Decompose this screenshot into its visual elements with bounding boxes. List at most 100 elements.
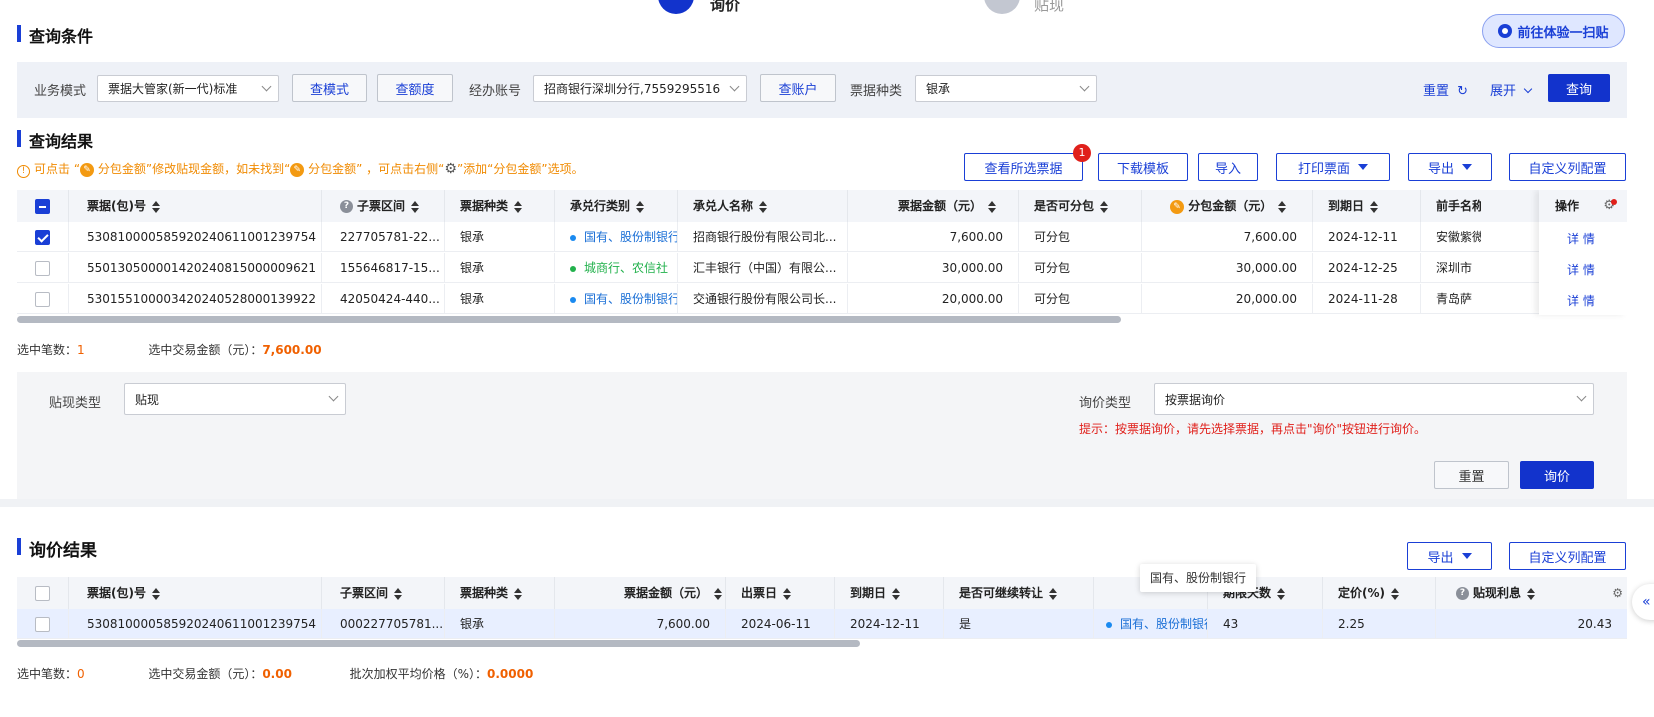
detail-link[interactable]: 详 情 bbox=[1567, 292, 1595, 309]
col-due-date[interactable]: 到期日 bbox=[1313, 190, 1421, 222]
account-label: 经办账号 bbox=[469, 84, 522, 99]
col-select bbox=[17, 190, 69, 222]
check-account-button[interactable]: 查账户 bbox=[760, 74, 836, 102]
download-template-button[interactable]: 下载模板 bbox=[1098, 153, 1188, 181]
check-mode-button[interactable]: 查模式 bbox=[292, 74, 367, 102]
sort-icon[interactable] bbox=[714, 587, 723, 600]
cell-sub-range: 42050424-440... bbox=[322, 284, 445, 314]
select-all-checkbox[interactable] bbox=[35, 586, 50, 601]
check-quota-button[interactable]: 查额度 bbox=[377, 74, 453, 102]
sort-icon[interactable] bbox=[783, 587, 792, 600]
table-row[interactable]: 530810000585920240611001239754 227705781… bbox=[17, 222, 1627, 252]
view-selected-button[interactable]: 查看所选票据 bbox=[964, 153, 1083, 181]
col-acceptor-type[interactable]: 承兑行类别 bbox=[555, 190, 678, 222]
cell-split-amount[interactable]: 20,000.00 bbox=[1142, 284, 1313, 314]
col-interest[interactable]: ? 贴现利息 ⚙ bbox=[1436, 577, 1627, 609]
cell-amount: 20,000.00 bbox=[848, 284, 1019, 314]
side-collapse-handle[interactable]: « bbox=[1632, 584, 1654, 620]
import-button[interactable]: 导入 bbox=[1198, 153, 1258, 181]
col-issue-date[interactable]: 出票日 bbox=[726, 577, 835, 609]
col-amount[interactable]: 票据金额（元） bbox=[555, 577, 726, 609]
cell-rate: 2.25 bbox=[1323, 609, 1436, 639]
account-select[interactable]: 招商银行深圳分行,7559295516 bbox=[533, 75, 747, 102]
bill-type-select[interactable]: 银承 bbox=[915, 75, 1097, 102]
col-split-amount[interactable]: ✎ 分包金额（元） bbox=[1142, 190, 1313, 222]
table-row[interactable]: 530810000585920240611001239754 000227705… bbox=[17, 609, 1627, 639]
inquiry-type-select[interactable]: 按票据询价 bbox=[1154, 383, 1594, 415]
sort-icon[interactable] bbox=[892, 587, 901, 600]
sort-icon[interactable] bbox=[988, 200, 997, 213]
col-splittable[interactable]: 是否可分包 bbox=[1019, 190, 1142, 222]
col-rate[interactable]: 定价(%) bbox=[1323, 577, 1436, 609]
col-amount[interactable]: 票据金额（元） bbox=[848, 190, 1019, 222]
cell-acceptor-type: 城商行、农信社 bbox=[555, 253, 678, 283]
sort-icon[interactable] bbox=[759, 200, 768, 213]
sort-icon[interactable] bbox=[1277, 587, 1286, 600]
col-sub-range[interactable]: ? 子票区间 bbox=[322, 190, 445, 222]
sort-icon[interactable] bbox=[1391, 587, 1399, 600]
col-bill-no[interactable]: 票据(包)号 bbox=[69, 577, 322, 609]
avg-price-label: 批次加权平均价格（%）： bbox=[349, 667, 487, 681]
cell-sub-range: 227705781-22... bbox=[322, 222, 445, 252]
status-dot bbox=[570, 296, 576, 303]
sort-icon[interactable] bbox=[1100, 200, 1109, 213]
col-bill-type[interactable]: 票据种类 bbox=[445, 190, 555, 222]
sort-icon[interactable] bbox=[394, 587, 403, 600]
sort-icon[interactable] bbox=[1527, 587, 1536, 600]
print-button[interactable]: 打印票面 bbox=[1276, 153, 1390, 181]
select-all-checkbox[interactable] bbox=[35, 199, 50, 214]
caret-down-icon bbox=[1358, 164, 1368, 170]
col-due-date[interactable]: 到期日 bbox=[835, 577, 944, 609]
inquiry-export-label: 导出 bbox=[1427, 550, 1454, 566]
settings-icon[interactable]: ⚙ bbox=[1603, 190, 1615, 222]
row-checkbox[interactable] bbox=[35, 261, 50, 276]
avg-price-value: 0.0000 bbox=[487, 667, 534, 681]
col-sub-range[interactable]: 子票区间 bbox=[322, 577, 445, 609]
col-bill-no[interactable]: 票据(包)号 bbox=[69, 190, 322, 222]
expand-link[interactable]: 展开 bbox=[1490, 80, 1533, 99]
try-scan-button[interactable]: 前往体验一扫贴 bbox=[1482, 14, 1625, 48]
sort-icon[interactable] bbox=[636, 200, 645, 213]
horizontal-scrollbar[interactable] bbox=[17, 640, 860, 647]
settings-icon[interactable]: ⚙ bbox=[1612, 577, 1623, 609]
inquiry-custom-columns-button[interactable]: 自定义列配置 bbox=[1509, 542, 1626, 570]
detail-link[interactable]: 详 情 bbox=[1567, 230, 1595, 247]
sort-icon[interactable] bbox=[411, 200, 420, 213]
export-button[interactable]: 导出 bbox=[1408, 153, 1492, 181]
detail-link[interactable]: 详 情 bbox=[1567, 261, 1595, 278]
tip-part-1: 可点击 “ bbox=[34, 162, 81, 176]
cell-split-amount[interactable]: 7,600.00 bbox=[1142, 222, 1313, 252]
step-1-indicator bbox=[658, 0, 694, 14]
col-bill-type[interactable]: 票据种类 bbox=[445, 577, 555, 609]
reset-link[interactable]: 重置 ↻ bbox=[1423, 80, 1468, 99]
sort-icon[interactable] bbox=[1049, 587, 1058, 600]
query-button[interactable]: 查询 bbox=[1548, 74, 1610, 102]
cell-split-amount[interactable]: 30,000.00 bbox=[1142, 253, 1313, 283]
inquire-button[interactable]: 询价 bbox=[1520, 461, 1594, 489]
table-row[interactable]: 530155100003420240528000139922 42050424-… bbox=[17, 284, 1627, 314]
table-row[interactable]: 550130500001420240815000009621 155646817… bbox=[17, 253, 1627, 283]
col-transferable[interactable]: 是否可继续转让 bbox=[944, 577, 1094, 609]
row-checkbox[interactable] bbox=[35, 230, 50, 245]
acceptor-type-text: 国有、股份制银行 bbox=[1120, 617, 1208, 631]
horizontal-scrollbar[interactable] bbox=[17, 316, 1121, 323]
row-checkbox[interactable] bbox=[35, 617, 50, 632]
cell-prev-holder: 深圳市 bbox=[1436, 261, 1473, 275]
sort-icon[interactable] bbox=[151, 587, 160, 600]
discount-type-select[interactable]: 贴现 bbox=[124, 383, 346, 415]
sort-icon[interactable] bbox=[514, 200, 523, 213]
sort-icon[interactable] bbox=[1278, 200, 1287, 213]
custom-columns-button[interactable]: 自定义列配置 bbox=[1509, 153, 1626, 181]
row-checkbox[interactable] bbox=[35, 292, 50, 307]
col-acceptor-name[interactable]: 承兑人名称 bbox=[678, 190, 848, 222]
business-mode-select[interactable]: 票据大管家(新一代)标准 bbox=[97, 75, 279, 102]
inquiry-reset-button[interactable]: 重置 bbox=[1434, 461, 1509, 489]
caret-down-icon bbox=[1462, 164, 1472, 170]
col-transferable-label: 是否可继续转让 bbox=[959, 586, 1044, 600]
cell-bill-type: 银承 bbox=[445, 284, 555, 314]
col-interest-label: 贴现利息 bbox=[1473, 586, 1522, 600]
inquiry-export-button[interactable]: 导出 bbox=[1407, 542, 1492, 570]
sort-icon[interactable] bbox=[151, 200, 160, 213]
sort-icon[interactable] bbox=[1370, 200, 1379, 213]
sort-icon[interactable] bbox=[514, 587, 523, 600]
